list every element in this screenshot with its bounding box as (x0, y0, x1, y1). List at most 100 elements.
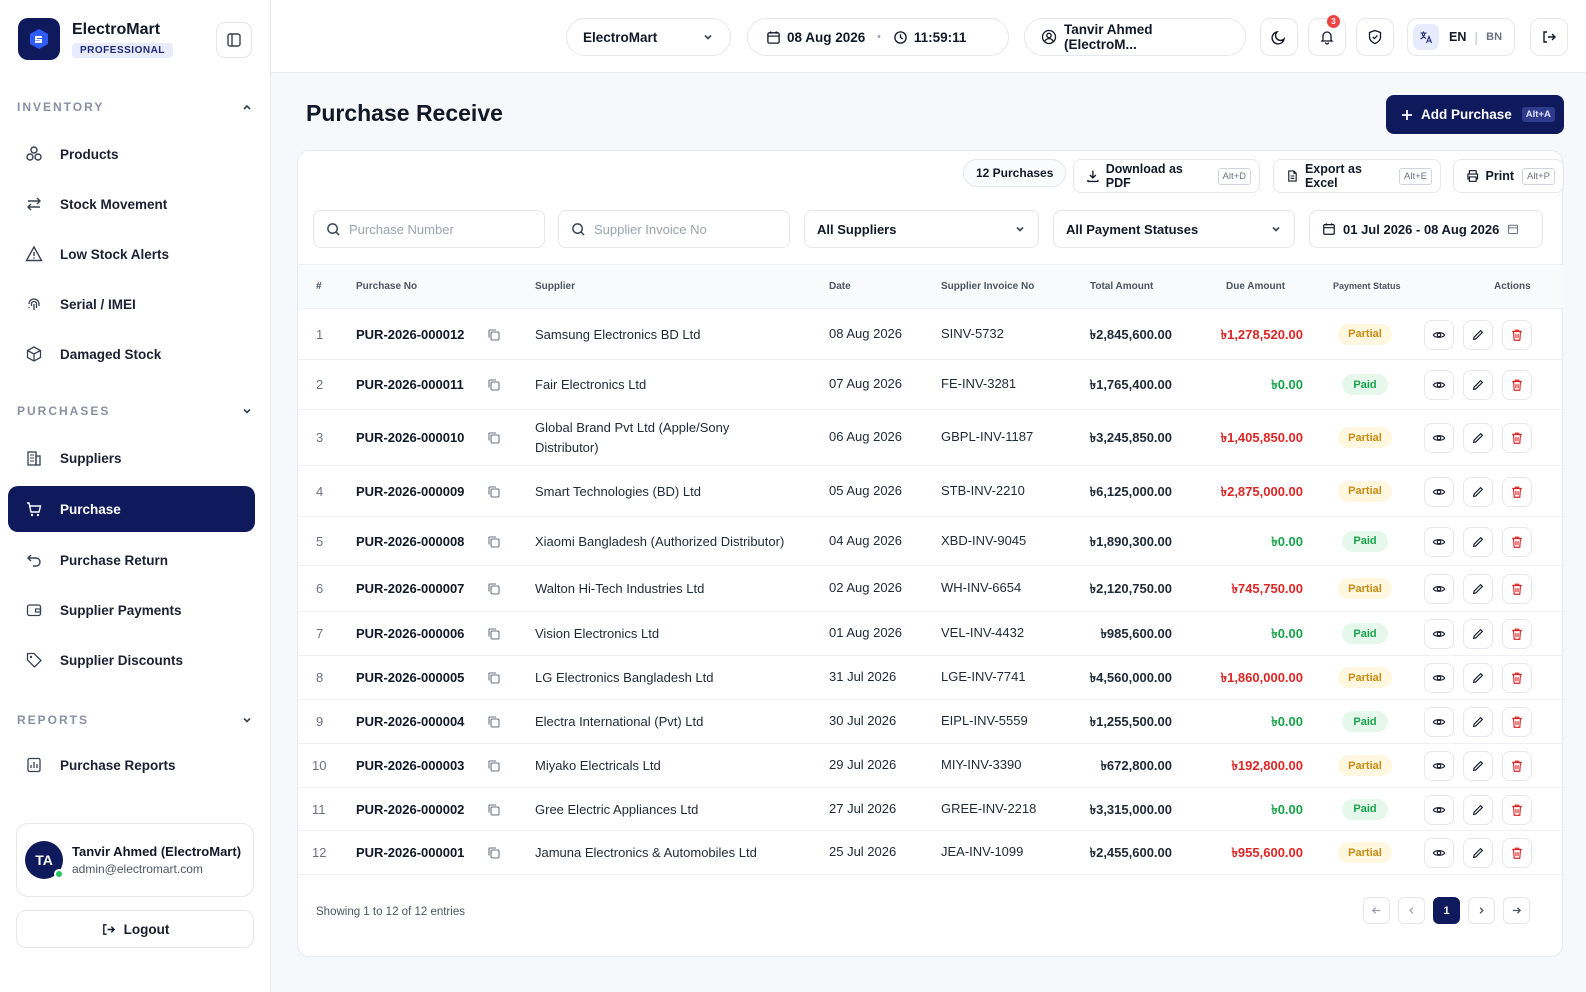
delete-button[interactable] (1502, 319, 1532, 350)
lang-bn-option[interactable]: BN (1486, 31, 1502, 43)
notifications-button[interactable]: 3 (1308, 15, 1346, 56)
sidebar-item-supplier-discounts[interactable]: Supplier Discounts (8, 637, 255, 683)
purchase-number[interactable]: PUR-2026-000005 (356, 670, 464, 685)
sidebar-item-purchase[interactable]: Purchase (8, 486, 255, 532)
col-supplier[interactable]: Supplier (535, 281, 575, 292)
sidebar-item-suppliers[interactable]: Suppliers (8, 435, 255, 481)
purchase-number[interactable]: PUR-2026-000007 (356, 581, 464, 596)
col-payment-status[interactable]: Payment Status (1333, 281, 1401, 291)
view-button[interactable] (1424, 526, 1454, 557)
sidebar-item-purchase-return[interactable]: Purchase Return (8, 537, 255, 583)
col-supplier-invoice[interactable]: Supplier Invoice No (941, 281, 1034, 292)
purchase-number[interactable]: PUR-2026-000001 (356, 845, 464, 860)
user-card[interactable]: TA Tanvir Ahmed (ElectroMart) admin@elec… (16, 823, 254, 897)
delete-button[interactable] (1502, 794, 1532, 825)
purchase-number-search[interactable]: Purchase Number (313, 210, 545, 248)
delete-button[interactable] (1502, 423, 1532, 453)
section-inventory[interactable]: INVENTORY (17, 100, 253, 114)
store-selector[interactable]: ElectroMart (566, 18, 731, 56)
sidebar-item-supplier-payments[interactable]: Supplier Payments (8, 587, 255, 633)
purchase-number[interactable]: PUR-2026-000008 (356, 534, 464, 549)
view-button[interactable] (1424, 574, 1454, 604)
purchase-number[interactable]: PUR-2026-000002 (356, 802, 464, 817)
print-button[interactable]: Print Alt+P (1453, 159, 1564, 193)
security-button[interactable] (1356, 18, 1394, 56)
page-1-button[interactable]: 1 (1433, 897, 1460, 924)
sidebar-item-serial-imei[interactable]: Serial / IMEI (8, 281, 255, 327)
purchase-number[interactable]: PUR-2026-000004 (356, 714, 464, 729)
edit-button[interactable] (1463, 526, 1493, 557)
col-purchase-no[interactable]: Purchase No (356, 281, 417, 292)
delete-button[interactable] (1502, 476, 1532, 507)
edit-button[interactable] (1463, 574, 1493, 604)
delete-button[interactable] (1502, 663, 1532, 693)
delete-button[interactable] (1502, 574, 1532, 604)
lang-en-option[interactable]: EN (1449, 30, 1466, 44)
theme-toggle-button[interactable] (1260, 18, 1298, 56)
delete-button[interactable] (1502, 370, 1532, 400)
view-button[interactable] (1424, 838, 1454, 868)
edit-button[interactable] (1463, 751, 1493, 781)
purchase-number[interactable]: PUR-2026-000010 (356, 430, 464, 445)
copy-icon[interactable] (487, 582, 501, 596)
sidebar-toggle-button[interactable] (216, 22, 252, 58)
delete-button[interactable] (1502, 838, 1532, 868)
delete-button[interactable] (1502, 707, 1532, 737)
sidebar-item-damaged-stock[interactable]: Damaged Stock (8, 331, 255, 377)
date-range-picker[interactable]: 01 Jul 2026 - 08 Aug 2026 (1309, 210, 1543, 248)
sidebar-item-purchase-reports[interactable]: Purchase Reports (8, 742, 255, 788)
copy-icon[interactable] (487, 627, 501, 641)
section-purchases[interactable]: PURCHASES (17, 404, 253, 418)
first-page-button[interactable] (1363, 897, 1390, 924)
download-pdf-button[interactable]: Download as PDF Alt+D (1073, 159, 1260, 193)
col-total-amount[interactable]: Total Amount (1090, 281, 1153, 292)
purchase-number[interactable]: PUR-2026-000012 (356, 327, 464, 342)
view-button[interactable] (1424, 707, 1454, 737)
section-reports[interactable]: REPORTS (17, 713, 253, 727)
delete-button[interactable] (1502, 619, 1532, 649)
user-menu[interactable]: Tanvir Ahmed (ElectroM... (1024, 18, 1246, 56)
col-due-amount[interactable]: Due Amount (1226, 281, 1285, 292)
view-button[interactable] (1424, 794, 1454, 825)
edit-button[interactable] (1463, 838, 1493, 868)
copy-icon[interactable] (487, 328, 501, 342)
next-page-button[interactable] (1468, 897, 1495, 924)
copy-icon[interactable] (487, 378, 501, 392)
brand[interactable]: ElectroMart PROFESSIONAL (18, 18, 173, 60)
delete-button[interactable] (1502, 751, 1532, 781)
logout-button[interactable]: Logout (16, 910, 254, 948)
edit-button[interactable] (1463, 319, 1493, 350)
view-button[interactable] (1424, 423, 1454, 453)
prev-page-button[interactable] (1398, 897, 1425, 924)
edit-button[interactable] (1463, 423, 1493, 453)
sidebar-item-stock-movement[interactable]: Stock Movement (8, 181, 255, 227)
view-button[interactable] (1424, 663, 1454, 693)
language-switcher[interactable]: EN | BN (1407, 18, 1515, 56)
copy-icon[interactable] (487, 715, 501, 729)
purchase-number[interactable]: PUR-2026-000011 (356, 377, 464, 392)
payment-status-filter-select[interactable]: All Payment Statuses (1053, 210, 1295, 248)
copy-icon[interactable] (487, 671, 501, 685)
exit-button[interactable] (1530, 18, 1568, 56)
copy-icon[interactable] (487, 535, 501, 549)
view-button[interactable] (1424, 476, 1454, 507)
purchase-number[interactable]: PUR-2026-000006 (356, 626, 464, 641)
copy-icon[interactable] (487, 803, 501, 817)
copy-icon[interactable] (487, 846, 501, 860)
sidebar-item-products[interactable]: Products (8, 131, 255, 177)
export-excel-button[interactable]: Export as Excel Alt+E (1273, 159, 1441, 193)
view-button[interactable] (1424, 751, 1454, 781)
edit-button[interactable] (1463, 619, 1493, 649)
edit-button[interactable] (1463, 370, 1493, 400)
col-date[interactable]: Date (829, 281, 851, 292)
delete-button[interactable] (1502, 526, 1532, 557)
edit-button[interactable] (1463, 476, 1493, 507)
supplier-filter-select[interactable]: All Suppliers (804, 210, 1039, 248)
purchase-number[interactable]: PUR-2026-000003 (356, 758, 464, 773)
edit-button[interactable] (1463, 663, 1493, 693)
sidebar-item-low-stock-alerts[interactable]: Low Stock Alerts (8, 231, 255, 277)
supplier-invoice-search[interactable]: Supplier Invoice No (558, 210, 790, 248)
copy-icon[interactable] (487, 485, 501, 499)
edit-button[interactable] (1463, 794, 1493, 825)
view-button[interactable] (1424, 619, 1454, 649)
